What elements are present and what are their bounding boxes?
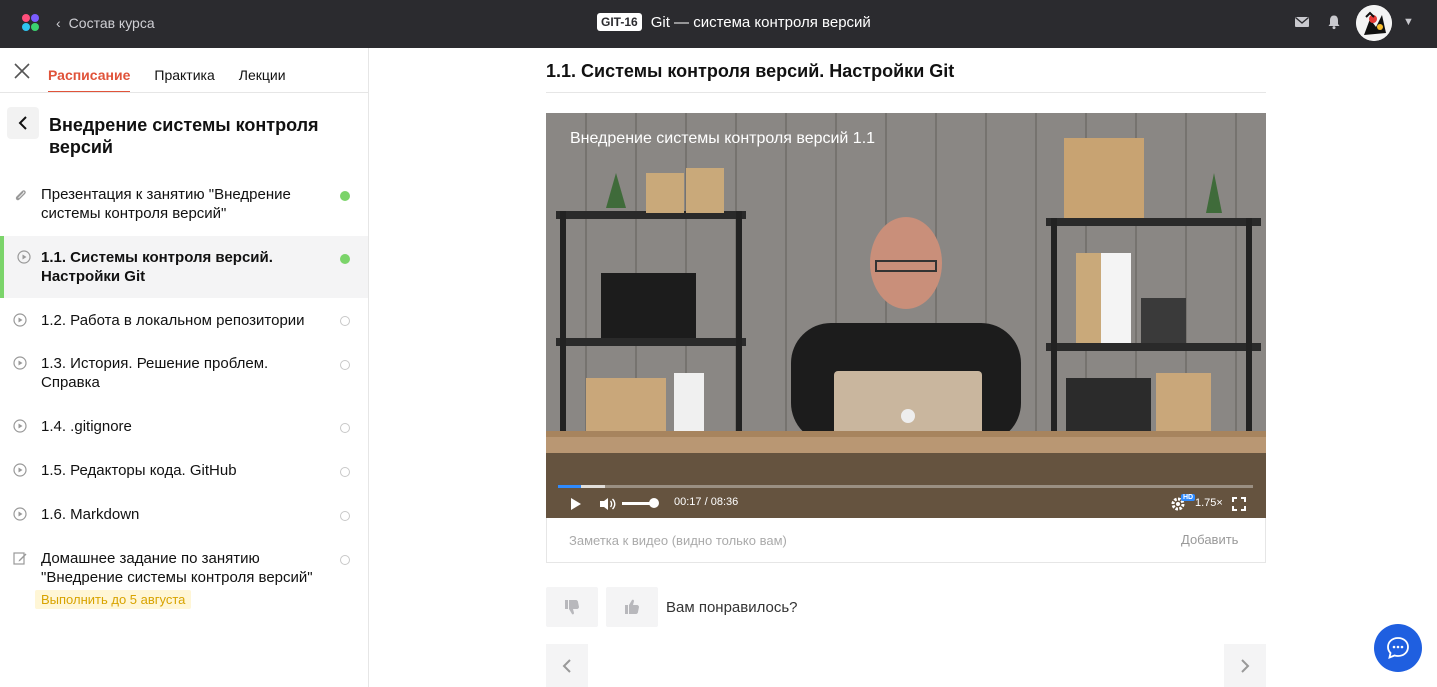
lesson-item-1-4[interactable]: 1.4. .gitignore: [0, 417, 368, 439]
bell-icon[interactable]: [1326, 14, 1342, 30]
status-todo-dot: [340, 555, 350, 565]
play-icon[interactable]: [570, 497, 582, 511]
lesson-label: 1.4. .gitignore: [41, 418, 132, 435]
tab-lectures[interactable]: Лекции: [239, 48, 286, 93]
like-button[interactable]: [606, 587, 658, 627]
thumbs-up-icon: [625, 599, 639, 614]
volume-icon[interactable]: [599, 497, 617, 511]
fullscreen-icon[interactable]: [1232, 497, 1246, 511]
next-lesson-button[interactable]: [1224, 644, 1266, 687]
play-icon: [13, 313, 27, 327]
lesson-heading: 1.1. Системы контроля версий. Настройки …: [546, 61, 955, 81]
avatar[interactable]: [1356, 5, 1392, 41]
status-todo-dot: [340, 423, 350, 433]
lesson-item-homework[interactable]: Домашнее задание по занятию "Внедрение с…: [0, 549, 368, 589]
sidebar: Расписание Практика Лекции Внедрение сис…: [0, 48, 369, 687]
sidebar-tabs: Расписание Практика Лекции: [48, 48, 286, 93]
status-todo-dot: [340, 316, 350, 326]
lesson-label: 1.2. Работа в локальном репозитории: [41, 312, 305, 329]
video-time: 00:17 / 08:36: [674, 496, 738, 508]
section-back-button[interactable]: [7, 107, 39, 139]
section-title: Внедрение системы контроля версий: [49, 115, 319, 157]
video-player[interactable]: Внедрение системы контроля версий 1.1 00…: [546, 113, 1266, 518]
play-icon: [13, 463, 27, 477]
status-todo-dot: [340, 511, 350, 521]
video-note-form: Добавить: [546, 518, 1266, 563]
lesson-item-1-6[interactable]: 1.6. Markdown: [0, 505, 368, 527]
video-note-input[interactable]: [557, 526, 1161, 554]
time-total: 08:36: [710, 496, 739, 508]
hd-badge: HD: [1181, 494, 1196, 501]
chat-button[interactable]: [1374, 624, 1422, 672]
play-icon: [13, 507, 27, 521]
status-done-dot: [340, 191, 350, 201]
chevron-right-icon: [1241, 658, 1250, 673]
lesson-label: Презентация к занятию "Внедрение системы…: [41, 186, 291, 222]
divider: [0, 92, 368, 93]
divider: [546, 92, 1266, 93]
course-title: GIT-16 Git — система контроля версий: [597, 13, 871, 31]
course-code-badge: GIT-16: [597, 13, 642, 31]
deadline-badge: Выполнить до 5 августа: [35, 590, 192, 609]
lesson-item-1-2[interactable]: 1.2. Работа в локальном репозитории: [0, 311, 368, 333]
back-to-course-label: Состав курса: [68, 15, 155, 31]
chevron-left-icon: ‹: [56, 15, 61, 31]
lesson-item-presentation[interactable]: Презентация к занятию "Внедрение системы…: [0, 185, 368, 229]
close-icon[interactable]: [13, 62, 31, 80]
mail-icon[interactable]: [1294, 14, 1310, 30]
lesson-label: 1.5. Редакторы кода. GitHub: [41, 462, 237, 479]
video-progress-fill: [558, 485, 581, 488]
lesson-label: 1.3. История. Решение проблем. Справка: [41, 355, 269, 391]
chevron-left-icon: [562, 658, 571, 673]
status-done-dot: [340, 254, 350, 264]
lesson-item-1-1[interactable]: 1.1. Системы контроля версий. Настройки …: [0, 236, 368, 298]
playback-speed-button[interactable]: 1.75×: [1195, 497, 1223, 509]
feedback-question: Вам понравилось?: [666, 599, 798, 616]
status-todo-dot: [340, 360, 350, 370]
lesson-item-1-5[interactable]: 1.5. Редакторы кода. GitHub: [0, 461, 368, 483]
course-name: Git — система контроля версий: [650, 13, 871, 31]
video-frame: [546, 113, 1266, 518]
time-current: 00:17: [674, 496, 702, 508]
tab-practice[interactable]: Практика: [154, 48, 214, 93]
video-progress-bar[interactable]: [558, 485, 1253, 488]
lesson-label: Домашнее задание по занятию "Внедрение с…: [41, 550, 313, 586]
lesson-label: 1.1. Системы контроля версий. Настройки …: [41, 249, 273, 285]
add-note-button[interactable]: Добавить: [1181, 532, 1238, 547]
thumbs-down-icon: [565, 600, 579, 615]
edit-icon: [13, 552, 27, 565]
play-icon: [13, 356, 27, 370]
video-title: Внедрение системы контроля версий 1.1: [570, 130, 876, 147]
dislike-button[interactable]: [546, 587, 598, 627]
chevron-down-icon[interactable]: ▼: [1403, 16, 1414, 28]
play-icon: [17, 250, 31, 264]
logo-icon[interactable]: [22, 14, 40, 32]
play-icon: [13, 419, 27, 433]
top-bar: ‹ Состав курса GIT-16 Git — система конт…: [0, 0, 1437, 48]
tab-schedule[interactable]: Расписание: [48, 48, 131, 93]
back-to-course-link[interactable]: ‹ Состав курса: [56, 15, 155, 31]
chat-bubble-icon: [1387, 637, 1409, 659]
lesson-item-1-3[interactable]: 1.3. История. Решение проблем. Справка: [0, 354, 368, 394]
previous-lesson-button[interactable]: [546, 644, 588, 687]
status-todo-dot: [340, 467, 350, 477]
paperclip-icon: [15, 190, 26, 201]
chevron-left-icon: [18, 116, 27, 130]
lesson-label: 1.6. Markdown: [41, 506, 140, 523]
